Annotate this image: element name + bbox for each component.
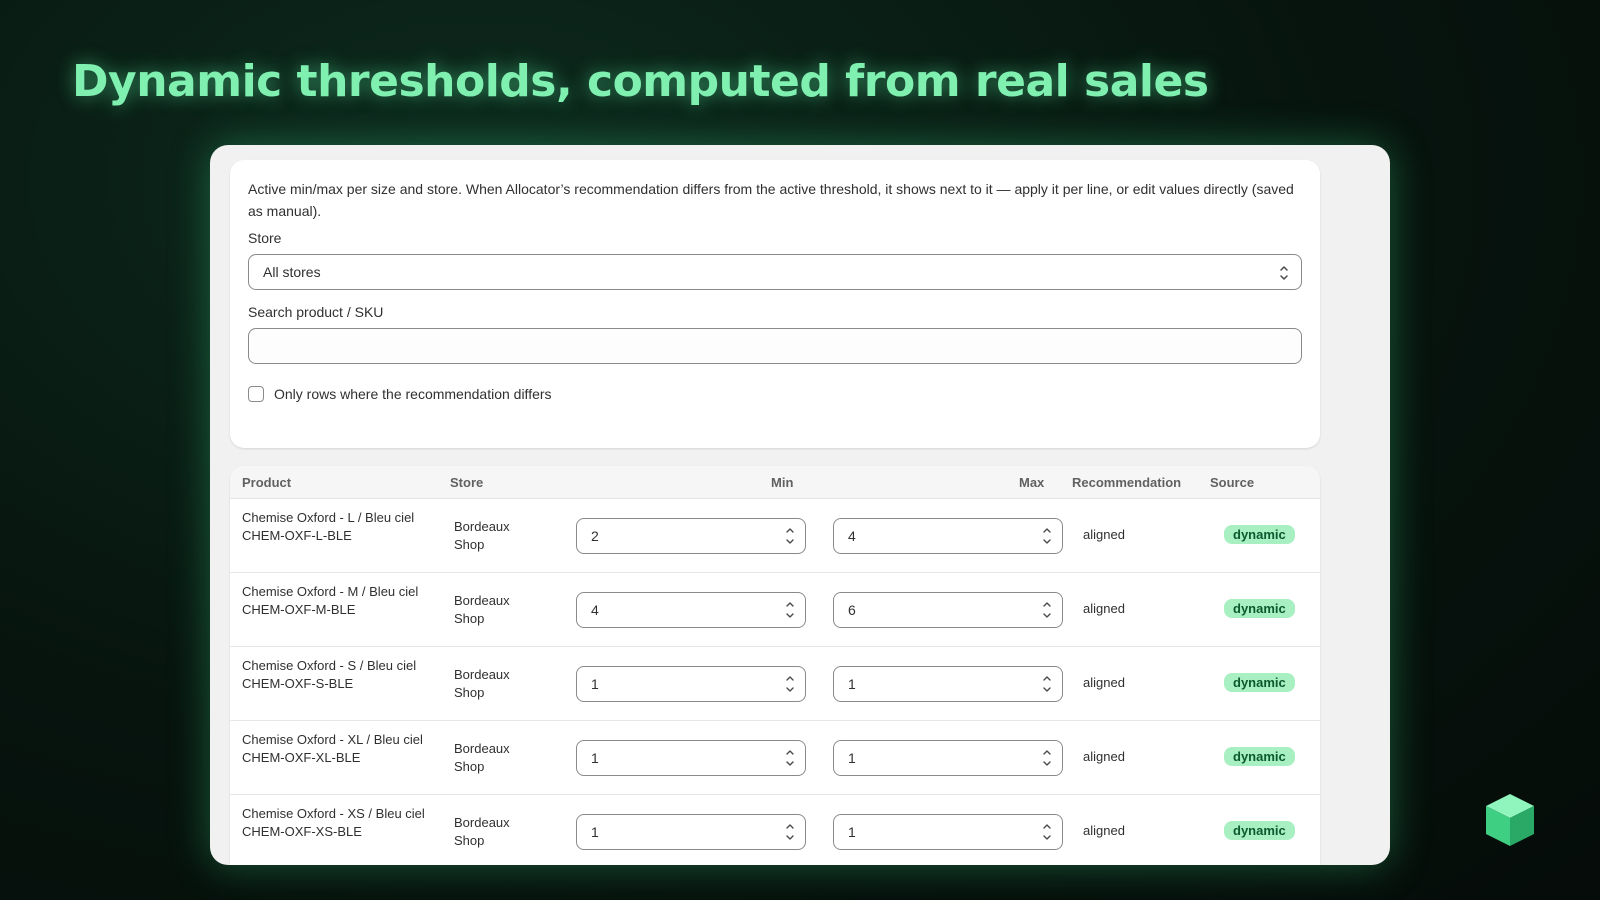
max-value: 6 <box>848 602 856 618</box>
recommendation-cell: aligned <box>1083 601 1125 616</box>
product-sku: CHEM-OXF-XS-BLE <box>242 824 362 839</box>
recommendation-cell: aligned <box>1083 823 1125 838</box>
max-stepper[interactable]: 1 <box>833 814 1063 850</box>
store-cell: Bordeaux Shop <box>454 815 510 848</box>
product-cell: Chemise Oxford - M / Bleu ciel CHEM-OXF-M… <box>242 583 432 619</box>
header-source: Source <box>1210 475 1255 490</box>
store-cell: Bordeaux Shop <box>454 519 510 552</box>
recommendation-cell: aligned <box>1083 749 1125 764</box>
store-cell: Bordeaux Shop <box>454 741 510 774</box>
product-cell: Chemise Oxford - S / Bleu ciel CHEM-OXF-S… <box>242 657 432 693</box>
min-stepper[interactable]: 1 <box>576 740 806 776</box>
max-stepper[interactable]: 1 <box>833 740 1063 776</box>
stepper-arrows-icon[interactable] <box>1040 671 1054 697</box>
min-stepper[interactable]: 1 <box>576 666 806 702</box>
thresholds-table: Product Store Min Max Recommendation Sou… <box>230 466 1320 865</box>
stepper-arrows-icon[interactable] <box>783 523 797 549</box>
product-name: Chemise Oxford - XS / Bleu ciel <box>242 806 425 821</box>
source-badge: dynamic <box>1224 747 1295 766</box>
chevron-up-down-icon <box>1280 266 1288 280</box>
header-recommendation: Recommendation <box>1072 475 1182 490</box>
search-input[interactable] <box>248 328 1302 364</box>
stepper-arrows-icon[interactable] <box>1040 523 1054 549</box>
app-window: Active min/max per size and store. When … <box>210 145 1390 865</box>
table-row: Chemise Oxford - M / Bleu ciel CHEM-OXF-M… <box>230 573 1320 647</box>
page-headline: Dynamic thresholds, computed from real s… <box>72 56 1209 107</box>
stepper-arrows-icon[interactable] <box>783 745 797 771</box>
max-value: 1 <box>848 824 856 840</box>
max-stepper[interactable]: 4 <box>833 518 1063 554</box>
only-differs-row[interactable]: Only rows where the recommendation diffe… <box>248 386 1302 402</box>
max-value: 4 <box>848 528 856 544</box>
table-body: Chemise Oxford - L / Bleu ciel CHEM-OXF-L… <box>230 499 1320 865</box>
filter-card: Active min/max per size and store. When … <box>230 160 1320 448</box>
min-stepper[interactable]: 2 <box>576 518 806 554</box>
header-min: Min <box>771 475 794 490</box>
search-label: Search product / SKU <box>248 304 384 320</box>
min-value: 4 <box>591 602 599 618</box>
store-cell: Bordeaux Shop <box>454 667 510 700</box>
product-sku: CHEM-OXF-L-BLE <box>242 528 352 543</box>
filter-description: Active min/max per size and store. When … <box>248 181 1294 219</box>
max-stepper[interactable]: 6 <box>833 592 1063 628</box>
min-stepper[interactable]: 4 <box>576 592 806 628</box>
min-value: 1 <box>591 824 599 840</box>
header-product: Product <box>242 475 292 490</box>
stepper-arrows-icon[interactable] <box>1040 819 1054 845</box>
table-row: Chemise Oxford - XS / Bleu ciel CHEM-OXF-… <box>230 795 1320 865</box>
store-label: Store <box>248 230 282 246</box>
min-value: 1 <box>591 676 599 692</box>
stepper-arrows-icon[interactable] <box>1040 745 1054 771</box>
product-cell: Chemise Oxford - XS / Bleu ciel CHEM-OXF-… <box>242 805 432 841</box>
product-sku: CHEM-OXF-XL-BLE <box>242 750 361 765</box>
min-value: 1 <box>591 750 599 766</box>
min-value: 2 <box>591 528 599 544</box>
table-header: Product Store Min Max Recommendation Sou… <box>230 466 1320 499</box>
only-differs-label: Only rows where the recommendation diffe… <box>274 386 552 402</box>
product-name: Chemise Oxford - XL / Bleu ciel <box>242 732 423 747</box>
header-max: Max <box>1019 475 1045 490</box>
product-sku: CHEM-OXF-S-BLE <box>242 676 354 691</box>
recommendation-cell: aligned <box>1083 675 1125 690</box>
header-store: Store <box>450 475 484 490</box>
product-sku: CHEM-OXF-M-BLE <box>242 602 356 617</box>
source-badge: dynamic <box>1224 673 1295 692</box>
stepper-arrows-icon[interactable] <box>783 819 797 845</box>
product-cell: Chemise Oxford - L / Bleu ciel CHEM-OXF-L… <box>242 509 432 545</box>
max-stepper[interactable]: 1 <box>833 666 1063 702</box>
table-row: Chemise Oxford - XL / Bleu ciel CHEM-OXF-… <box>230 721 1320 795</box>
product-cell: Chemise Oxford - XL / Bleu ciel CHEM-OXF-… <box>242 731 432 767</box>
table-row: Chemise Oxford - S / Bleu ciel CHEM-OXF-S… <box>230 647 1320 721</box>
min-stepper[interactable]: 1 <box>576 814 806 850</box>
stepper-arrows-icon[interactable] <box>1040 597 1054 623</box>
product-name: Chemise Oxford - S / Bleu ciel <box>242 658 417 673</box>
source-badge: dynamic <box>1224 821 1295 840</box>
green-cube-icon <box>1486 794 1534 846</box>
store-select-value: All stores <box>263 264 321 280</box>
source-badge: dynamic <box>1224 525 1295 544</box>
recommendation-cell: aligned <box>1083 527 1125 542</box>
product-name: Chemise Oxford - M / Bleu ciel <box>242 584 419 599</box>
product-name: Chemise Oxford - L / Bleu ciel <box>242 510 415 525</box>
max-value: 1 <box>848 750 856 766</box>
max-value: 1 <box>848 676 856 692</box>
table-row: Chemise Oxford - L / Bleu ciel CHEM-OXF-L… <box>230 499 1320 573</box>
store-select[interactable]: All stores <box>248 254 1302 290</box>
stepper-arrows-icon[interactable] <box>783 671 797 697</box>
store-cell: Bordeaux Shop <box>454 593 510 626</box>
stepper-arrows-icon[interactable] <box>783 597 797 623</box>
source-badge: dynamic <box>1224 599 1295 618</box>
only-differs-checkbox[interactable] <box>248 386 264 402</box>
